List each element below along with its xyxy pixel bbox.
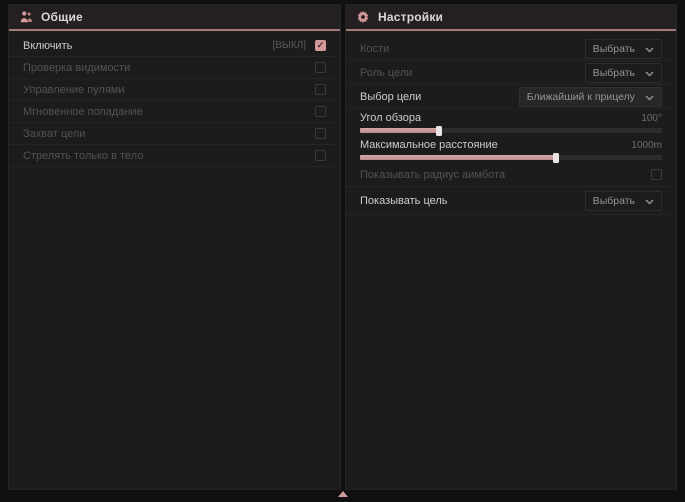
- row-label: Показывать радиус аимбота: [360, 169, 651, 181]
- gear-icon: [356, 10, 370, 24]
- panel-title: Настройки: [378, 10, 443, 24]
- target-role-dropdown[interactable]: Выбрать: [585, 63, 662, 83]
- setting-row-target-role: Роль цели Выбрать: [346, 61, 676, 85]
- people-icon: [19, 10, 33, 24]
- row-label: Роль цели: [360, 67, 585, 79]
- instant-hit-checkbox[interactable]: [315, 106, 326, 117]
- dropdown-value: Ближайший к прицелу: [527, 91, 635, 103]
- toggle-row-body-only: Стрелять только в тело: [9, 145, 340, 167]
- slider-fill: [360, 155, 556, 160]
- check-icon: ✓: [317, 41, 325, 50]
- chevron-down-icon: [645, 40, 654, 58]
- row-label: Показывать цель: [360, 195, 585, 207]
- dropdown-value: Выбрать: [593, 43, 635, 55]
- setting-row-target-selection: Выбор цели Ближайший к прицелу: [346, 85, 676, 109]
- toggle-row-enable: Включить [ВЫКЛ] ✓: [9, 35, 340, 57]
- max-distance-slider[interactable]: [360, 155, 662, 160]
- target-selection-dropdown[interactable]: Ближайший к прицелу: [519, 87, 662, 107]
- general-panel-header: Общие: [9, 5, 340, 31]
- dropdown-value: Выбрать: [593, 195, 635, 207]
- panel-title: Общие: [41, 10, 83, 24]
- toggle-row-instant-hit: Мгновенное попадание: [9, 101, 340, 123]
- slider-value: 1000m: [631, 140, 662, 151]
- setting-row-fov: Угол обзора 100°: [346, 109, 676, 136]
- show-aimbot-radius-checkbox[interactable]: [651, 169, 662, 180]
- row-label: Угол обзора: [360, 112, 641, 124]
- fov-slider[interactable]: [360, 128, 662, 133]
- slider-handle[interactable]: [553, 153, 559, 163]
- bones-dropdown[interactable]: Выбрать: [585, 39, 662, 59]
- settings-panel: Настройки Кости Выбрать Роль цели Выбрат…: [345, 4, 677, 490]
- chevron-down-icon: [645, 88, 654, 106]
- slider-value: 100°: [641, 113, 662, 124]
- setting-row-max-distance: Максимальное расстояние 1000m: [346, 136, 676, 163]
- setting-row-show-aimbot-radius: Показывать радиус аимбота: [346, 163, 676, 187]
- slider-fill: [360, 128, 439, 133]
- settings-panel-header: Настройки: [346, 5, 676, 31]
- chevron-down-icon: [645, 64, 654, 82]
- show-target-dropdown[interactable]: Выбрать: [585, 191, 662, 211]
- row-label: Стрелять только в тело: [23, 150, 315, 162]
- row-label: Максимальное расстояние: [360, 139, 631, 151]
- settings-panel-body: Кости Выбрать Роль цели Выбрать Выбор це…: [346, 31, 676, 215]
- enable-checkbox[interactable]: ✓: [315, 40, 326, 51]
- setting-row-show-target: Показывать цель Выбрать: [346, 187, 676, 215]
- row-label: Кости: [360, 43, 585, 55]
- general-panel: Общие Включить [ВЫКЛ] ✓ Проверка видимос…: [8, 4, 341, 490]
- body-only-checkbox[interactable]: [315, 150, 326, 161]
- toggle-row-bullet-control: Управление пулями: [9, 79, 340, 101]
- row-label: Проверка видимости: [23, 62, 315, 74]
- visibility-check-checkbox[interactable]: [315, 62, 326, 73]
- slider-handle[interactable]: [436, 126, 442, 136]
- row-label: Мгновенное попадание: [23, 106, 315, 118]
- dropdown-value: Выбрать: [593, 67, 635, 79]
- bullet-control-checkbox[interactable]: [315, 84, 326, 95]
- row-label: Выбор цели: [360, 91, 519, 103]
- chevron-down-icon: [645, 192, 654, 210]
- target-lock-checkbox[interactable]: [315, 128, 326, 139]
- row-label: Захват цели: [23, 128, 315, 140]
- toggle-row-target-lock: Захват цели: [9, 123, 340, 145]
- setting-row-bones: Кости Выбрать: [346, 37, 676, 61]
- row-label: Управление пулями: [23, 84, 315, 96]
- row-label: Включить: [23, 40, 273, 52]
- toggle-row-visibility-check: Проверка видимости: [9, 57, 340, 79]
- triangle-up-icon[interactable]: [338, 491, 348, 497]
- state-text: [ВЫКЛ]: [273, 40, 306, 51]
- general-panel-body: Включить [ВЫКЛ] ✓ Проверка видимости Упр…: [9, 31, 340, 167]
